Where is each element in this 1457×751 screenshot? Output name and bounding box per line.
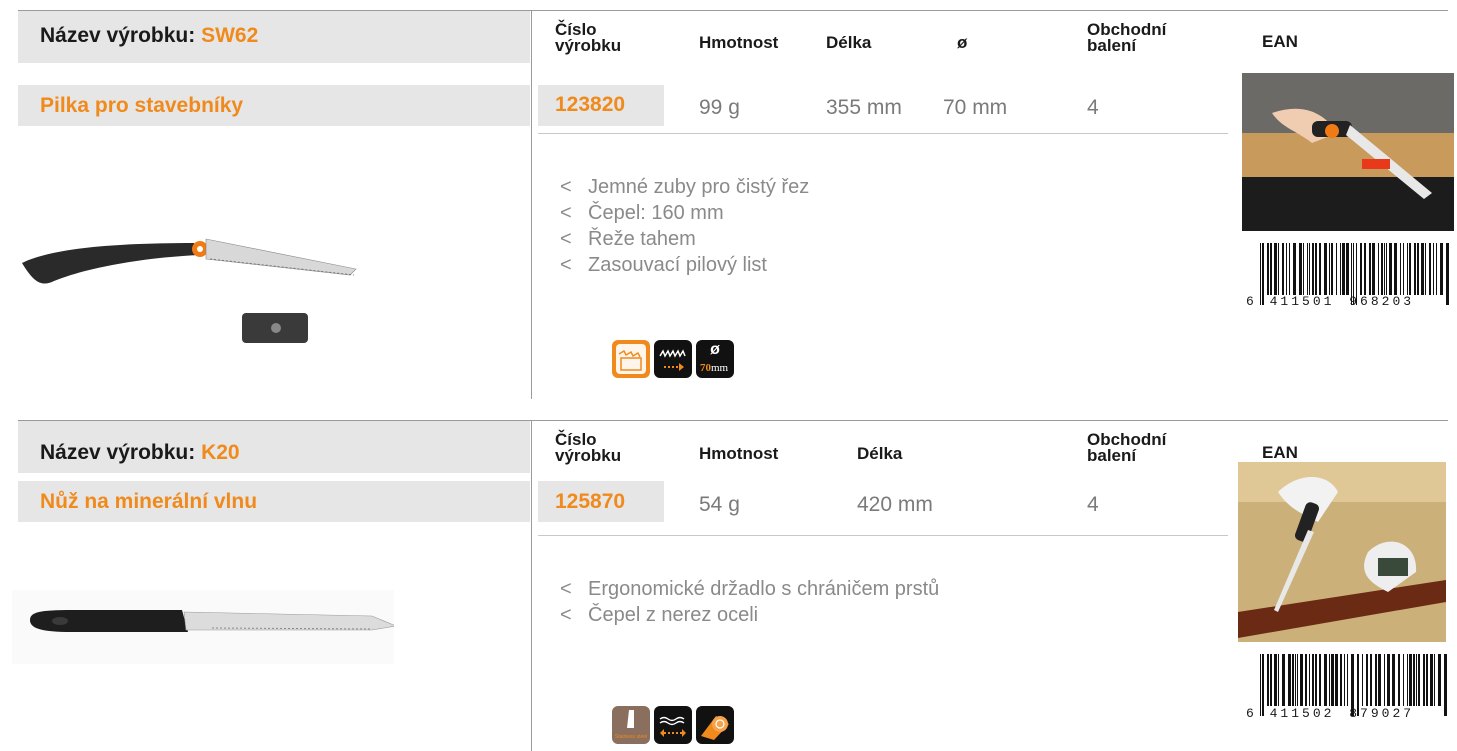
list-item: < Čepel: 160 mm: [560, 202, 724, 224]
header-delka: Délka: [857, 444, 903, 463]
product-title: Nůž na minerální vlnu: [40, 490, 258, 513]
header-ean: EAN: [1262, 443, 1298, 462]
serrated-blade-icon: [654, 706, 692, 744]
header-baleni: Obchodní balení: [1087, 20, 1167, 55]
ean-digits: 6 411502 879027: [1246, 706, 1415, 721]
value-cislo: 123820: [555, 93, 626, 116]
header-prumer: ø: [957, 33, 968, 52]
list-item: < Zasouvací pilový list: [560, 254, 767, 276]
header-hmotnost: Hmotnost: [699, 33, 779, 52]
feature-list: < Jemné zuby pro čistý řez < Čepel: 160 mm…: [560, 174, 809, 278]
header-baleni: Obchodní balení: [1087, 430, 1167, 465]
list-item: < Řeže tahem: [560, 228, 696, 250]
saw-teeth-pull-icon: [654, 340, 692, 378]
value-hmotnost: 54 g: [699, 493, 740, 516]
values-divider: [538, 133, 1228, 134]
wood-cutting-icon: [612, 340, 650, 378]
column-divider: [531, 421, 532, 751]
model-code: SW62: [201, 24, 259, 47]
product-image-knife: [12, 590, 398, 664]
header-cislo: Číslo výrobku: [555, 20, 622, 55]
header-hmotnost: Hmotnost: [699, 444, 779, 463]
list-item: < Ergonomické držadlo s chráničem prstů: [560, 578, 940, 600]
application-photo-knife: [1238, 462, 1446, 642]
column-divider: [531, 11, 532, 399]
value-prumer: 70 mm: [943, 96, 1008, 119]
name-label: Název výrobku:: [40, 24, 196, 47]
value-hmotnost: 99 g: [699, 96, 740, 119]
header-ean: EAN: [1262, 32, 1298, 51]
diameter-70mm-icon: ø 70mm: [696, 340, 734, 378]
model-code: K20: [201, 441, 240, 464]
list-item: < Čepel z nerez oceli: [560, 604, 759, 626]
ean-digits: 6 411501 968203: [1246, 294, 1415, 309]
application-photo-saw: [1242, 73, 1454, 231]
name-label: Název výrobku:: [40, 441, 196, 464]
header-delka: Délka: [826, 33, 872, 52]
value-baleni: 4: [1087, 493, 1099, 516]
product-name: Název výrobku: SW62: [40, 24, 258, 48]
header-cislo: Číslo výrobku: [555, 430, 622, 465]
product-name: Název výrobku: K20: [40, 441, 240, 465]
product-image-saw: [14, 225, 364, 355]
value-baleni: 4: [1087, 96, 1099, 119]
feature-list: < Ergonomické držadlo s chráničem prstů <…: [560, 576, 1020, 628]
product-title: Pilka pro stavebníky: [40, 94, 244, 117]
values-divider: [538, 535, 1228, 536]
list-item: < Jemné zuby pro čistý řez: [560, 176, 810, 198]
insulation-roll-icon: [696, 706, 734, 744]
stainless-steel-icon: Stainless steel: [612, 706, 650, 744]
value-cislo: 125870: [555, 490, 626, 513]
value-delka: 355 mm: [826, 96, 902, 119]
value-delka: 420 mm: [857, 493, 933, 516]
